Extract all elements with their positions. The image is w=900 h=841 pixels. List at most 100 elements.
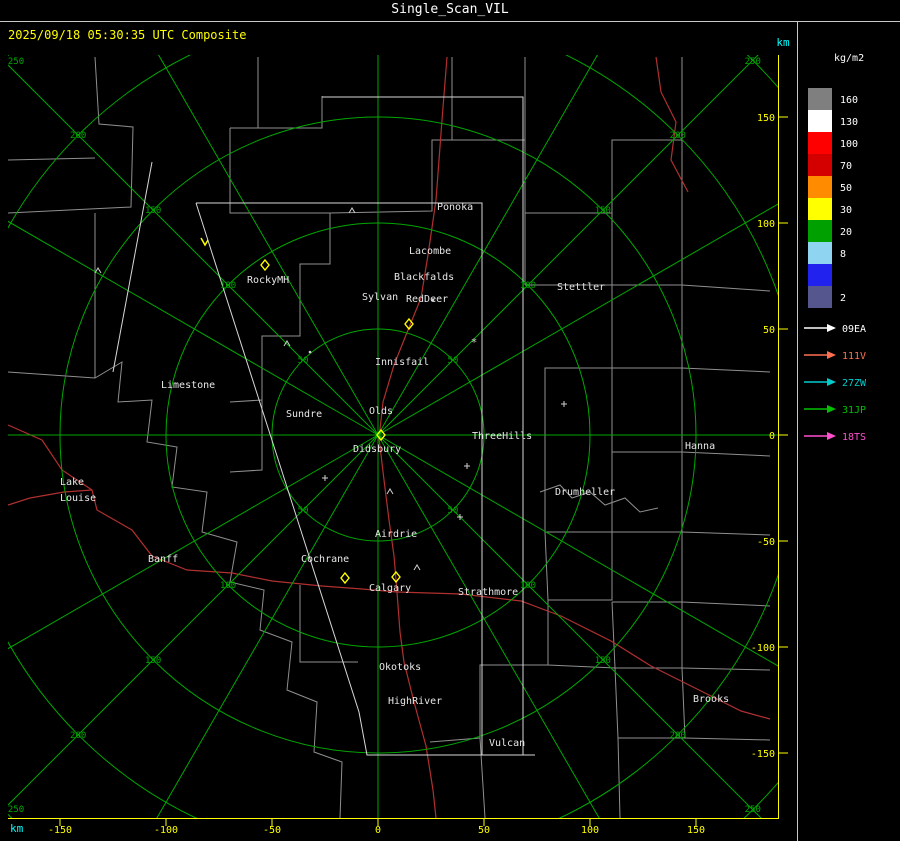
boundary-line	[229, 213, 331, 403]
colorbar-swatch	[808, 176, 832, 198]
city-label: RockyMH	[247, 275, 289, 286]
ring-distance-label: 100	[520, 581, 536, 591]
colorbar-swatch	[808, 88, 832, 110]
plus-icon	[464, 463, 470, 469]
ring-distance-label: 200	[670, 131, 686, 141]
town-caret-icon	[386, 488, 394, 495]
coverage-outline	[112, 161, 153, 373]
boundary-line	[257, 57, 323, 129]
colorbar-value-label: 130	[840, 117, 858, 128]
ring-distance-label: 150	[145, 656, 161, 666]
star-icon: *	[471, 336, 478, 349]
city-label: Limestone	[161, 380, 215, 391]
city-label: Olds	[369, 406, 393, 417]
legend-site-label: 09EA	[842, 324, 866, 335]
city-label: Drumheller	[555, 487, 615, 498]
city-label: Hanna	[685, 441, 715, 452]
boundary-line	[544, 437, 613, 533]
city-label: Banff	[148, 554, 178, 565]
boundary-line	[681, 367, 771, 373]
bottom-axis-tick-label: -100	[154, 825, 178, 836]
ring-distance-label: 250	[745, 57, 761, 67]
bottom-axis-unit-label: km	[10, 822, 24, 835]
boundary-line	[681, 284, 771, 292]
town-caret-icon	[94, 267, 102, 274]
city-label: Stettler	[557, 282, 605, 293]
right-axis-tick-label: 0	[769, 431, 775, 442]
ring-distance-label: 50	[298, 506, 309, 516]
window-title: Single_Scan_VIL	[391, 2, 509, 17]
city-label: Didsbury	[353, 444, 401, 455]
ring-distance-label: 150	[595, 206, 611, 216]
right-axis-tick-label: 50	[763, 325, 775, 336]
dot-icon	[308, 350, 312, 354]
colorbar-swatch	[808, 154, 832, 176]
diagonal-line	[8, 434, 379, 806]
radial-line	[8, 434, 379, 650]
radar-site-icon	[260, 258, 270, 272]
range-ring	[8, 55, 778, 818]
radial-line	[377, 434, 778, 667]
legend-site-label: 27ZW	[842, 378, 867, 389]
legend-site-label: 111V	[842, 351, 866, 362]
right-axis-tick-label: 150	[757, 113, 775, 124]
right-axis-tick-label: -100	[751, 643, 775, 654]
plus-icon	[322, 475, 328, 481]
colorbar-swatch	[808, 110, 832, 132]
city-label: Strathmore	[458, 587, 518, 598]
colorbar-swatch	[808, 242, 832, 264]
colorbar-value-label: 2	[840, 293, 846, 304]
city-label: Lacombe	[409, 246, 451, 257]
boundary-line	[229, 400, 263, 473]
city-label: Cochrane	[301, 554, 349, 565]
highway-line	[8, 424, 398, 593]
diagonal-line	[8, 64, 379, 436]
boundary-line	[684, 737, 771, 741]
boundary-line	[681, 667, 771, 671]
colorbar-value-label: 160	[840, 95, 858, 106]
city-label: Sundre	[286, 409, 322, 420]
boundary-line	[681, 601, 771, 607]
colorbar-value-label: 30	[840, 205, 852, 216]
boundary-line	[8, 157, 96, 161]
coverage-outline	[322, 96, 524, 755]
city-label: Sylvan	[362, 292, 398, 303]
radial-line	[158, 55, 379, 436]
boundary-line	[329, 57, 453, 214]
legend-arrowhead-icon	[827, 324, 836, 332]
boundary-line	[612, 452, 683, 533]
title-bar: Single_Scan_VIL	[0, 0, 900, 22]
city-label: Brooks	[693, 694, 729, 705]
boundary-line	[429, 664, 548, 743]
ring-distance-label: 50	[448, 356, 459, 366]
city-label: Okotoks	[379, 662, 421, 673]
town-caret-icon	[413, 564, 421, 571]
plus-icon	[561, 401, 567, 407]
radar-site-icon	[340, 571, 350, 585]
radial-line	[377, 55, 598, 436]
legend-arrowhead-icon	[827, 405, 836, 413]
colorbar-swatch	[808, 220, 832, 242]
ring-distance-label: 200	[670, 731, 686, 741]
bottom-axis-tick-label: 100	[581, 825, 599, 836]
diagonal-line	[377, 434, 762, 818]
boundary-line	[614, 667, 686, 739]
city-label: Vulcan	[489, 738, 525, 749]
city-label: HighRiver	[388, 696, 442, 707]
city-label: Calgary	[369, 583, 411, 594]
boundary-line	[612, 285, 683, 369]
ring-distance-label: 100	[220, 281, 236, 291]
colorbar-value-label: 70	[840, 161, 852, 172]
ring-distance-label: 50	[298, 356, 309, 366]
city-label: ThreeHills	[472, 431, 532, 442]
legend-arrowhead-icon	[827, 378, 836, 386]
colorbar-swatch	[808, 198, 832, 220]
city-label: Lake	[60, 477, 84, 488]
legend-site-label: 31JP	[842, 405, 866, 416]
colorbar-unit-label: kg/m2	[834, 53, 864, 64]
boundary-line	[681, 531, 771, 536]
bottom-axis-tick-label: 50	[478, 825, 490, 836]
bottom-axis-tick-label: -50	[263, 825, 281, 836]
city-label: Airdrie	[375, 529, 417, 540]
boundary-line	[299, 585, 358, 663]
